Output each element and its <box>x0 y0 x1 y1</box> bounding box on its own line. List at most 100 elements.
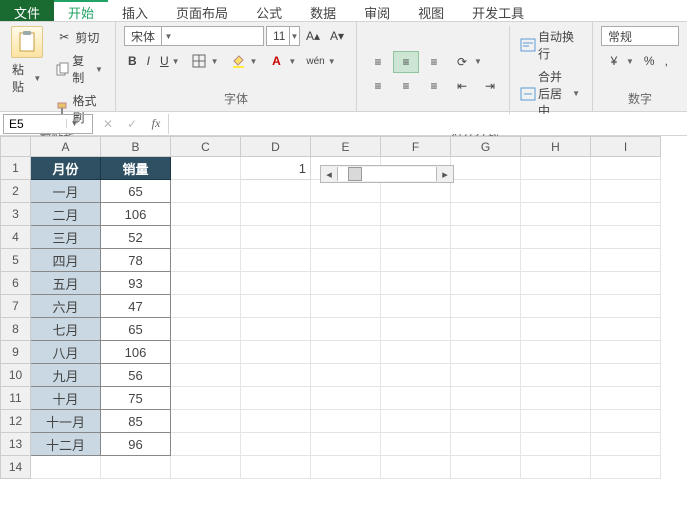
cell-empty[interactable] <box>451 203 521 226</box>
row-header-11[interactable]: 11 <box>1 387 31 410</box>
cell-empty[interactable] <box>311 272 381 295</box>
cell-empty[interactable] <box>241 295 311 318</box>
italic-button[interactable]: I <box>143 52 154 70</box>
percent-button[interactable]: % <box>640 52 659 70</box>
row-header-8[interactable]: 8 <box>1 318 31 341</box>
scroll-left-button[interactable]: ◂ <box>321 168 337 181</box>
col-header-G[interactable]: G <box>451 137 521 157</box>
row-header-2[interactable]: 2 <box>1 180 31 203</box>
select-all-corner[interactable] <box>1 137 31 157</box>
cell-empty[interactable] <box>311 295 381 318</box>
cell-empty[interactable] <box>591 226 661 249</box>
cell-a1[interactable]: 月份 <box>31 157 101 180</box>
row-header-3[interactable]: 3 <box>1 203 31 226</box>
cell-month-10[interactable]: 九月 <box>31 364 101 387</box>
cell-empty[interactable] <box>381 433 451 456</box>
cell-empty[interactable] <box>591 318 661 341</box>
cell-val-13[interactable]: 96 <box>101 433 171 456</box>
orientation-button[interactable]: ⟳▼ <box>449 51 486 73</box>
cell-empty[interactable] <box>451 387 521 410</box>
cell-empty[interactable] <box>311 387 381 410</box>
cell-empty[interactable] <box>381 226 451 249</box>
tab-home[interactable]: 开始 <box>54 0 108 21</box>
cell-empty[interactable] <box>591 410 661 433</box>
col-header-A[interactable]: A <box>31 137 101 157</box>
cell-empty[interactable] <box>241 272 311 295</box>
tab-view[interactable]: 视图 <box>404 0 458 21</box>
align-top-button[interactable]: ≡ <box>365 51 391 73</box>
cancel-formula-button[interactable]: ✕ <box>96 117 120 131</box>
cell-empty[interactable] <box>241 341 311 364</box>
col-header-F[interactable]: F <box>381 137 451 157</box>
cell-empty[interactable] <box>381 410 451 433</box>
phonetic-button[interactable]: wén▼ <box>302 54 339 69</box>
cell-month-3[interactable]: 二月 <box>31 203 101 226</box>
cell-empty[interactable] <box>451 364 521 387</box>
row-header-5[interactable]: 5 <box>1 249 31 272</box>
cell-empty[interactable] <box>311 203 381 226</box>
cell-empty[interactable] <box>521 226 591 249</box>
cell-empty[interactable] <box>311 226 381 249</box>
bold-button[interactable]: B <box>124 52 141 70</box>
col-header-I[interactable]: I <box>591 137 661 157</box>
cell-empty[interactable] <box>241 410 311 433</box>
cell-empty[interactable] <box>171 456 241 479</box>
cell-empty[interactable] <box>31 456 101 479</box>
cell-month-4[interactable]: 三月 <box>31 226 101 249</box>
currency-button[interactable]: ¥▼ <box>601 50 638 72</box>
paste-icon[interactable] <box>11 26 43 58</box>
cell-empty[interactable] <box>451 295 521 318</box>
cell-empty[interactable] <box>311 341 381 364</box>
tab-review[interactable]: 审阅 <box>350 0 404 21</box>
number-format-select[interactable]: 常规 <box>601 26 679 46</box>
cell-empty[interactable] <box>591 157 661 180</box>
row-header-7[interactable]: 7 <box>1 295 31 318</box>
cell-empty[interactable] <box>451 157 521 180</box>
cell-empty[interactable] <box>381 272 451 295</box>
row-header-6[interactable]: 6 <box>1 272 31 295</box>
cell-empty[interactable] <box>521 387 591 410</box>
cell-empty[interactable] <box>241 180 311 203</box>
grow-font-button[interactable]: A▴ <box>302 27 324 45</box>
cell-empty[interactable] <box>381 203 451 226</box>
name-box-input[interactable] <box>4 117 66 131</box>
font-color-button[interactable]: A▼ <box>263 50 300 72</box>
cell-val-9[interactable]: 106 <box>101 341 171 364</box>
col-header-B[interactable]: B <box>101 137 171 157</box>
col-header-E[interactable]: E <box>311 137 381 157</box>
cell-empty[interactable] <box>171 410 241 433</box>
tab-formula[interactable]: 公式 <box>242 0 296 21</box>
cell-empty[interactable] <box>311 456 381 479</box>
cell-empty[interactable] <box>381 364 451 387</box>
cell-empty[interactable] <box>171 364 241 387</box>
cell-empty[interactable] <box>241 456 311 479</box>
cell-empty[interactable] <box>311 318 381 341</box>
cell-empty[interactable] <box>451 433 521 456</box>
fx-button[interactable]: fx <box>144 116 168 131</box>
cell-empty[interactable] <box>381 318 451 341</box>
align-center-button[interactable]: ≡ <box>393 75 419 97</box>
cell-d1[interactable]: 1 <box>241 157 311 180</box>
cell-empty[interactable] <box>171 387 241 410</box>
cell-empty[interactable] <box>171 272 241 295</box>
comma-button[interactable]: , <box>661 52 672 70</box>
cell-month-5[interactable]: 四月 <box>31 249 101 272</box>
cell-empty[interactable] <box>591 433 661 456</box>
name-box[interactable]: ▼ <box>3 114 93 134</box>
tab-file[interactable]: 文件 <box>0 0 54 21</box>
align-left-button[interactable]: ≡ <box>365 75 391 97</box>
cell-empty[interactable] <box>241 433 311 456</box>
accept-formula-button[interactable]: ✓ <box>120 117 144 131</box>
cell-empty[interactable] <box>521 180 591 203</box>
cell-empty[interactable] <box>591 456 661 479</box>
copy-button[interactable]: 复制▼ <box>51 50 107 88</box>
cell-month-11[interactable]: 十月 <box>31 387 101 410</box>
row-header-4[interactable]: 4 <box>1 226 31 249</box>
cell-empty[interactable] <box>171 226 241 249</box>
cell-val-11[interactable]: 75 <box>101 387 171 410</box>
cell-val-2[interactable]: 65 <box>101 180 171 203</box>
cell-val-12[interactable]: 85 <box>101 410 171 433</box>
cell-empty[interactable] <box>521 203 591 226</box>
form-scrollbar[interactable]: ◂ ▸ <box>320 165 454 183</box>
cell-month-7[interactable]: 六月 <box>31 295 101 318</box>
